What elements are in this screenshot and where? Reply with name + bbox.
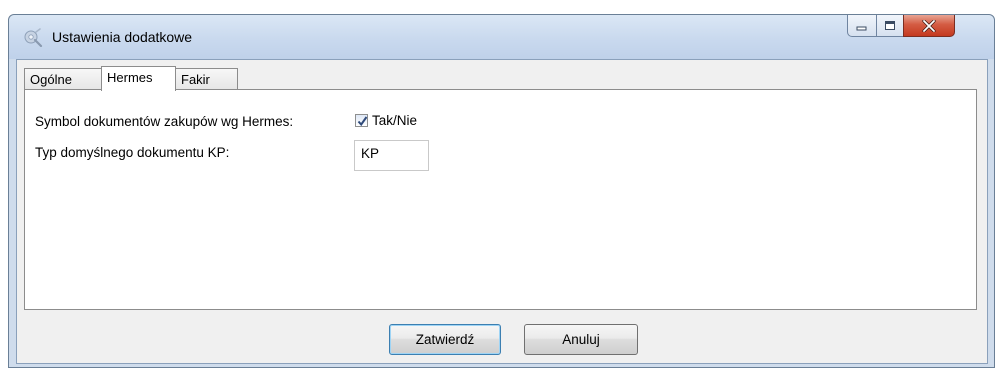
title-bar[interactable]: Ustawienia dodatkowe	[9, 15, 994, 59]
default-kp-type-label: Typ domyślnego dokumentu KP:	[35, 145, 230, 160]
background-cropped-text	[0, 0, 1003, 14]
maximize-icon	[885, 20, 895, 30]
dialog-client-area: Ogólne Hermes Fakir Symbol dokumentów za…	[16, 59, 988, 364]
tab-ogolne[interactable]: Ogólne	[24, 68, 102, 90]
default-kp-type-input[interactable]: KP	[354, 140, 429, 171]
tab-hermes[interactable]: Hermes	[101, 66, 176, 91]
confirm-button[interactable]: Zatwierdź	[389, 324, 501, 355]
hermes-tab-panel: Symbol dokumentów zakupów wg Hermes: Tak…	[24, 89, 977, 310]
tab-fakir[interactable]: Fakir	[175, 68, 238, 90]
symbol-documents-checkbox[interactable]	[355, 114, 368, 127]
symbol-documents-checkbox-group[interactable]: Tak/Nie	[355, 113, 417, 128]
cancel-button[interactable]: Anuluj	[524, 324, 638, 355]
dialog-window: Ustawienia dodatkowe Ogólne Hermes Fakir	[8, 14, 995, 368]
window-title: Ustawienia dodatkowe	[52, 29, 193, 45]
settings-app-icon	[23, 27, 43, 48]
minimize-button[interactable]	[847, 15, 877, 37]
checkmark-icon	[357, 116, 368, 127]
symbol-documents-check-label[interactable]: Tak/Nie	[372, 113, 417, 128]
symbol-documents-label: Symbol dokumentów zakupów wg Hermes:	[35, 114, 294, 129]
minimize-icon	[856, 26, 867, 30]
maximize-button[interactable]	[876, 15, 904, 37]
close-button[interactable]	[903, 15, 955, 37]
close-icon	[922, 19, 936, 32]
